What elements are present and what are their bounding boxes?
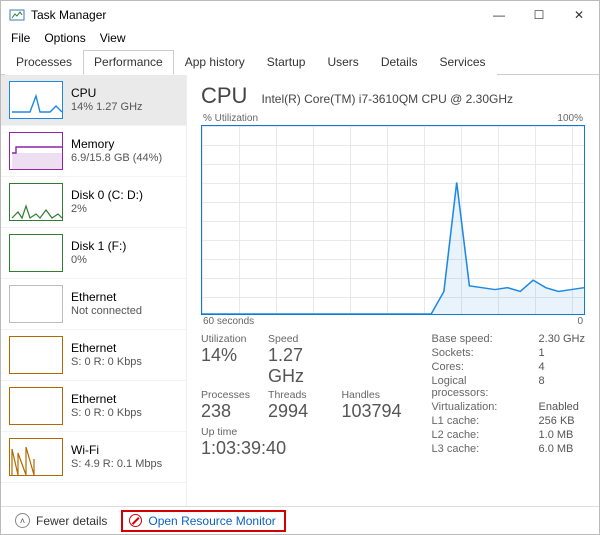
resource-monitor-icon — [129, 514, 142, 527]
tab-startup[interactable]: Startup — [256, 50, 317, 75]
sidebar-item-title: Ethernet — [71, 341, 142, 356]
sparkline-thumb — [9, 234, 63, 272]
cpu-specs: Base speed:2.30 GHz Sockets:1 Cores:4 Lo… — [432, 333, 585, 459]
sparkline-thumb — [9, 336, 63, 374]
sidebar-item-disk-0-c-d-[interactable]: Disk 0 (C: D:)2% — [1, 177, 186, 228]
uptime-label: Up time — [201, 426, 402, 438]
sidebar-item-sub: 2% — [71, 203, 143, 217]
speed-label: Speed — [268, 333, 323, 345]
handles-value: 103794 — [341, 401, 401, 422]
performance-sidebar[interactable]: CPU14% 1.27 GHzMemory6.9/15.8 GB (44%)Di… — [1, 75, 187, 506]
chart-ymax: 100% — [557, 113, 583, 124]
tab-users[interactable]: Users — [316, 50, 369, 75]
sidebar-item-ethernet[interactable]: EthernetNot connected — [1, 279, 186, 330]
app-icon — [9, 7, 25, 23]
sidebar-item-disk-1-f-[interactable]: Disk 1 (F:)0% — [1, 228, 186, 279]
sidebar-item-title: Disk 1 (F:) — [71, 239, 126, 254]
tab-performance[interactable]: Performance — [83, 50, 174, 75]
sidebar-item-title: CPU — [71, 86, 143, 101]
cpu-detail-pane: CPU Intel(R) Core(TM) i7-3610QM CPU @ 2.… — [187, 75, 599, 506]
sidebar-item-sub: S: 0 R: 0 Kbps — [71, 356, 142, 370]
maximize-button[interactable]: ☐ — [519, 1, 559, 29]
chart-xmin: 60 seconds — [203, 316, 254, 327]
minimize-button[interactable]: — — [479, 1, 519, 29]
sidebar-item-title: Wi-Fi — [71, 443, 162, 458]
sparkline-thumb — [9, 183, 63, 221]
sparkline-thumb — [9, 285, 63, 323]
menubar: File Options View — [1, 29, 599, 49]
sparkline-thumb — [9, 81, 63, 119]
threads-value: 2994 — [268, 401, 323, 422]
handles-label: Handles — [341, 389, 401, 401]
menu-view[interactable]: View — [100, 31, 126, 45]
tab-services[interactable]: Services — [429, 50, 497, 75]
sparkline-thumb — [9, 132, 63, 170]
sidebar-item-cpu[interactable]: CPU14% 1.27 GHz — [1, 75, 186, 126]
processes-label: Processes — [201, 389, 250, 401]
sidebar-item-sub: 0% — [71, 254, 126, 268]
chevron-up-icon: ˄ — [15, 513, 30, 528]
footer: ˄ Fewer details Open Resource Monitor — [1, 506, 599, 534]
tab-strip: Processes Performance App history Startu… — [1, 49, 599, 75]
sidebar-item-wi-fi[interactable]: Wi-FiS: 4.9 R: 0.1 Mbps — [1, 432, 186, 483]
tab-details[interactable]: Details — [370, 50, 429, 75]
menu-file[interactable]: File — [11, 31, 30, 45]
sidebar-item-memory[interactable]: Memory6.9/15.8 GB (44%) — [1, 126, 186, 177]
sidebar-item-ethernet[interactable]: EthernetS: 0 R: 0 Kbps — [1, 381, 186, 432]
cpu-heading: CPU — [201, 83, 247, 109]
tab-app-history[interactable]: App history — [174, 50, 256, 75]
sidebar-item-sub: S: 0 R: 0 Kbps — [71, 407, 142, 421]
open-resource-monitor-link[interactable]: Open Resource Monitor — [121, 510, 285, 532]
menu-options[interactable]: Options — [44, 31, 85, 45]
close-button[interactable]: ✕ — [559, 1, 599, 29]
sidebar-item-sub: 6.9/15.8 GB (44%) — [71, 152, 162, 166]
cpu-model: Intel(R) Core(TM) i7-3610QM CPU @ 2.30GH… — [261, 92, 513, 106]
sidebar-item-title: Ethernet — [71, 392, 142, 407]
threads-label: Threads — [268, 389, 323, 401]
sidebar-item-sub: S: 4.9 R: 0.1 Mbps — [71, 458, 162, 472]
sparkline-thumb — [9, 387, 63, 425]
sidebar-item-title: Memory — [71, 137, 162, 152]
utilization-label: Utilization — [201, 333, 250, 345]
sparkline-thumb — [9, 438, 63, 476]
chart-xmax: 0 — [577, 316, 583, 327]
titlebar: Task Manager — ☐ ✕ — [1, 1, 599, 29]
window-title: Task Manager — [31, 8, 106, 22]
sidebar-item-sub: 14% 1.27 GHz — [71, 101, 143, 115]
sidebar-item-sub: Not connected — [71, 305, 142, 319]
chart-ylabel: % Utilization — [203, 113, 258, 124]
fewer-details-button[interactable]: ˄ Fewer details — [9, 511, 113, 530]
sidebar-item-ethernet[interactable]: EthernetS: 0 R: 0 Kbps — [1, 330, 186, 381]
speed-value: 1.27 GHz — [268, 345, 323, 387]
content-area: CPU14% 1.27 GHzMemory6.9/15.8 GB (44%)Di… — [1, 75, 599, 506]
cpu-utilization-chart[interactable] — [201, 125, 585, 315]
utilization-value: 14% — [201, 345, 250, 366]
uptime-value: 1:03:39:40 — [201, 438, 402, 459]
sidebar-item-title: Disk 0 (C: D:) — [71, 188, 143, 203]
sidebar-item-title: Ethernet — [71, 290, 142, 305]
processes-value: 238 — [201, 401, 250, 422]
tab-processes[interactable]: Processes — [5, 50, 83, 75]
